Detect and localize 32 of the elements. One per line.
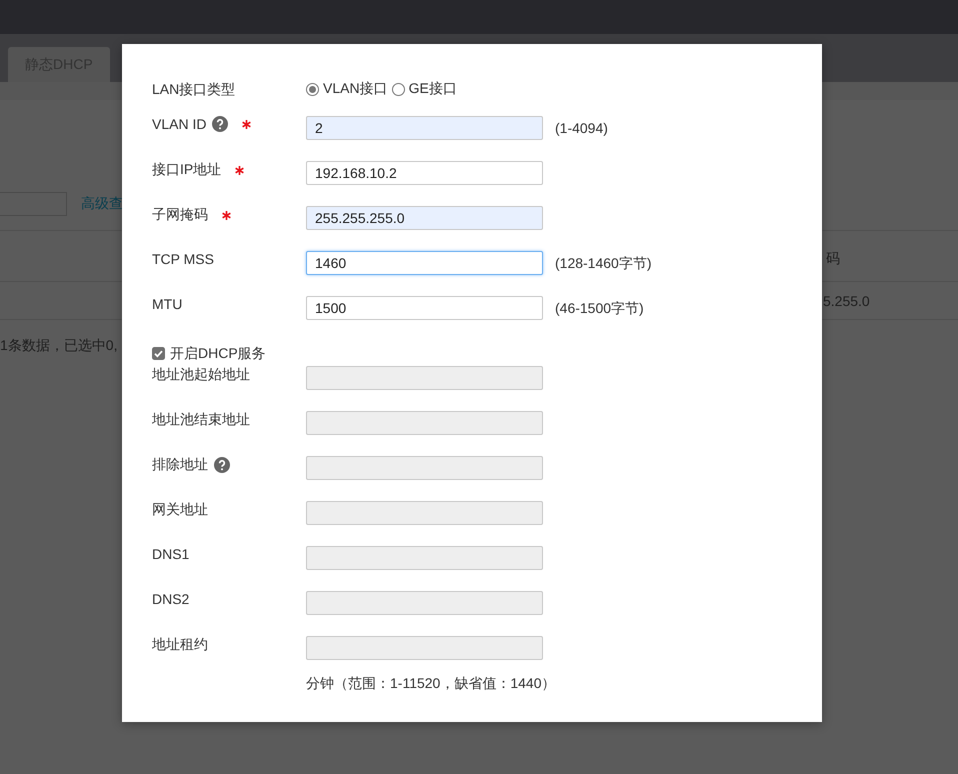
field-label: 地址租约 — [152, 636, 208, 654]
input-field[interactable]: 255.255.255.0 — [306, 206, 543, 230]
input-field[interactable]: 192.168.10.2 — [306, 161, 543, 185]
radio-label[interactable]: VLAN接口 — [323, 80, 388, 98]
radio-button[interactable] — [392, 82, 405, 96]
field-label: MTU — [152, 296, 182, 312]
radio-button[interactable] — [306, 82, 319, 96]
checkbox[interactable] — [152, 347, 165, 360]
input-field[interactable]: 1460 — [306, 251, 543, 275]
field-label: DNS1 — [152, 546, 190, 562]
checkbox-label[interactable]: 开启DHCP服务 — [170, 344, 266, 362]
field-label: LAN接口类型 — [152, 81, 236, 99]
field-label: VLAN ID — [152, 116, 206, 132]
table-cell: 5.255.0 — [823, 292, 870, 308]
field-label: 子网掩码 — [152, 206, 208, 224]
field-label: TCP MSS — [152, 251, 214, 267]
field-label: 排除地址 — [152, 456, 208, 474]
field-label: DNS2 — [152, 591, 190, 607]
field-label: 地址池结束地址 — [152, 411, 250, 429]
field-label: 地址池起始地址 — [152, 366, 250, 384]
lease-hint: 分钟（范围：1-11520，缺省值：1440） — [306, 675, 556, 693]
range-hint: (128-1460字节) — [555, 254, 652, 273]
field-label: 网关地址 — [152, 501, 208, 519]
column-header: 码 — [826, 250, 840, 268]
help-icon[interactable] — [212, 116, 228, 132]
range-hint: (1-4094) — [555, 119, 609, 138]
field-label: 接口IP地址 — [152, 161, 222, 179]
input-field[interactable]: 1500 — [306, 296, 543, 320]
range-hint: (46-1500字节) — [555, 299, 645, 318]
radio-label[interactable]: GE接口 — [408, 80, 457, 98]
input-field[interactable]: 2 — [306, 116, 543, 140]
selection-summary: 1条数据，已选中0, — [0, 337, 118, 355]
